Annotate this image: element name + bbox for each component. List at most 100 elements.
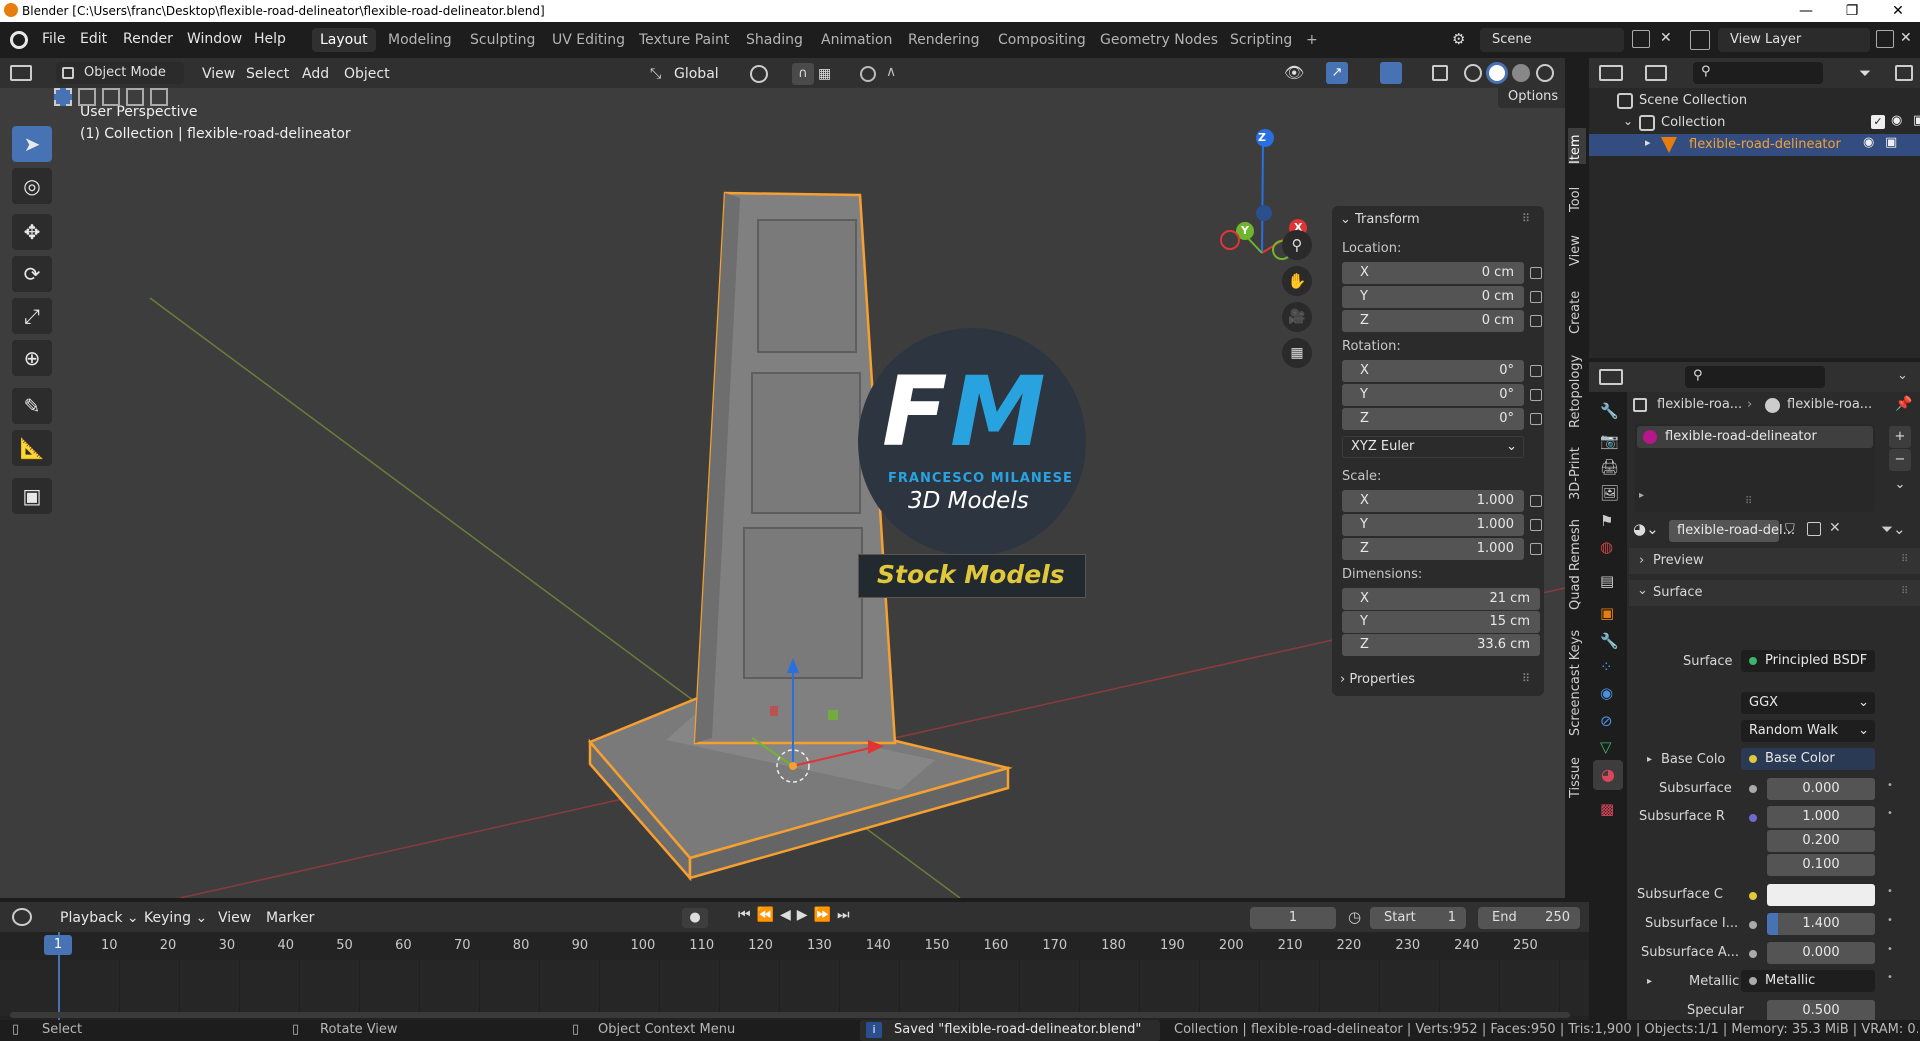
perspective-toggle-icon[interactable]: ▦ — [1282, 338, 1312, 368]
falloff-icon[interactable]: ∧ — [886, 64, 896, 80]
start-frame-field[interactable]: Start 1 — [1370, 907, 1466, 929]
playback-controls[interactable]: ⏮⏪◀▶⏩⏭ — [738, 907, 856, 923]
base-color-field[interactable]: Base Color — [1741, 748, 1875, 770]
keyframe-dot-icon[interactable]: • — [1887, 944, 1893, 955]
tab-item[interactable]: Item — [1568, 128, 1586, 164]
minimize-button[interactable]: — — [1784, 0, 1828, 22]
browse-material-icon[interactable]: ◕⌄ — [1633, 520, 1659, 542]
tab-scripting[interactable]: Scripting — [1222, 28, 1300, 52]
rendered-shading-icon[interactable] — [1536, 64, 1554, 82]
drag-handle-icon[interactable]: ⠿ — [1522, 212, 1530, 225]
filter-icon[interactable]: ⏷ — [1859, 64, 1871, 82]
world-tab-icon[interactable]: ◍ — [1600, 538, 1613, 556]
particles-tab-icon[interactable]: ⁘ — [1600, 658, 1613, 676]
timeline-menu-playback[interactable]: Playback ⌄ — [54, 907, 145, 929]
drag-handle-icon[interactable]: ⠿ — [1522, 672, 1530, 685]
select-invert-icon[interactable] — [126, 88, 144, 106]
proportional-edit-icon[interactable] — [860, 66, 876, 82]
tab-tissue[interactable]: Tissue — [1568, 750, 1586, 798]
tab-compositing[interactable]: Compositing — [990, 28, 1094, 52]
timeline[interactable]: 10 20 30 40 50 60 70 80 90 100 110 120 130 140 150 160 1… — [0, 932, 1589, 1022]
keyframe-dot-icon[interactable]: • — [1887, 886, 1893, 897]
tab-retopology[interactable]: Retopology — [1568, 348, 1586, 428]
checkbox-icon[interactable]: ✓ — [1871, 115, 1885, 129]
constraints-tab-icon[interactable]: ⊘ — [1600, 712, 1613, 730]
tab-sculpting[interactable]: Sculpting — [462, 28, 543, 52]
output-tab-icon[interactable]: 🖨 — [1600, 458, 1619, 476]
options-dropdown[interactable]: Options — [1498, 88, 1565, 108]
rotation-x-field[interactable]: X 0° — [1342, 360, 1524, 382]
texture-tab-icon[interactable]: ▩ — [1600, 800, 1614, 818]
view-layer-selector[interactable]: View Layer — [1718, 28, 1870, 52]
pin-icon[interactable]: 📌 — [1895, 396, 1912, 412]
rotate-tool[interactable]: ⟳ — [12, 256, 52, 292]
tab-texture-paint[interactable]: Texture Paint — [631, 28, 737, 52]
subsurface-radius-x-field[interactable]: 1.000 — [1767, 806, 1875, 828]
select-intersect-icon[interactable] — [150, 88, 168, 106]
material-shading-icon[interactable] — [1512, 64, 1530, 82]
camera-icon[interactable]: ▣ — [1885, 135, 1897, 150]
subsurface-color-swatch[interactable] — [1767, 884, 1875, 906]
lock-icon[interactable] — [1530, 543, 1542, 555]
tab-animation[interactable]: Animation — [813, 28, 900, 52]
timeline-scrollbar[interactable] — [10, 1012, 1570, 1018]
rotation-z-field[interactable]: Z 0° — [1342, 408, 1524, 430]
subsurface-radius-y-field[interactable]: 0.200 — [1767, 830, 1875, 852]
surface-shader-field[interactable]: Principled BSDF — [1741, 650, 1875, 672]
tab-quad-remesh[interactable]: Quad Remesh — [1568, 514, 1586, 610]
scale-y-field[interactable]: Y 1.000 — [1342, 514, 1524, 536]
tab-create[interactable]: Create — [1568, 282, 1586, 334]
subsurface-field[interactable]: 0.000 — [1767, 778, 1875, 800]
end-frame-field[interactable]: End 250 — [1478, 907, 1580, 929]
lock-icon[interactable] — [1530, 495, 1542, 507]
lock-icon[interactable] — [1530, 519, 1542, 531]
collection-tab-icon[interactable]: ▤ — [1600, 572, 1614, 590]
playhead-frame-badge[interactable]: 1 — [44, 935, 72, 955]
expand-arrow-icon[interactable]: ▸ — [1639, 490, 1644, 501]
timeline-menu-view[interactable]: View — [212, 907, 257, 929]
add-cube-tool[interactable]: ▣ — [12, 478, 52, 514]
outliner-row-scene-collection[interactable]: Scene Collection — [1617, 90, 1917, 112]
object-tab-icon[interactable]: ▣ — [1600, 604, 1614, 622]
viewport-menu-view[interactable]: View — [196, 63, 241, 85]
pivot-point-icon[interactable] — [750, 65, 768, 83]
properties-search-input[interactable]: ⚲ — [1685, 366, 1825, 388]
rotation-y-field[interactable]: Y 0° — [1342, 384, 1524, 406]
outliner-row-collection[interactable]: ⌄ Collection ✓ ◉ ▣ — [1617, 112, 1920, 134]
resize-handle-icon[interactable]: ⠿ — [1745, 496, 1752, 507]
lock-icon[interactable] — [1530, 413, 1542, 425]
modifier-tab-icon[interactable]: 🔧 — [1600, 632, 1619, 650]
tool-tab-icon[interactable]: 🔧 — [1600, 402, 1619, 420]
delete-view-layer-icon[interactable]: ✕ — [1900, 30, 1916, 48]
new-scene-icon[interactable] — [1632, 30, 1650, 48]
wireframe-shading-icon[interactable] — [1464, 64, 1482, 82]
add-workspace-button[interactable]: + — [1298, 28, 1326, 52]
tab-layout[interactable]: Layout — [312, 28, 376, 52]
annotate-tool[interactable]: ✎ — [12, 388, 52, 424]
remove-material-slot-button[interactable]: − — [1889, 449, 1911, 471]
keyframe-dot-icon[interactable]: • — [1887, 972, 1893, 983]
record-icon[interactable]: ● — [682, 908, 708, 928]
lock-icon[interactable] — [1530, 389, 1542, 401]
menu-file[interactable]: File — [42, 31, 65, 47]
timeline-menu-keying[interactable]: Keying ⌄ — [138, 907, 213, 929]
subsurface-radius-z-field[interactable]: 0.100 — [1767, 854, 1875, 876]
eye-icon[interactable]: ◉ — [1891, 113, 1902, 128]
select-box-tool[interactable]: ➤ — [12, 126, 52, 162]
maximize-button[interactable]: ❐ — [1830, 0, 1874, 22]
material-name-field[interactable]: flexible-road-del... — [1669, 520, 1795, 542]
zoom-icon[interactable]: ⚲ — [1282, 230, 1312, 260]
add-material-slot-button[interactable]: + — [1889, 426, 1911, 448]
fake-user-shield-icon[interactable]: ⛉ — [1785, 522, 1795, 537]
clock-icon[interactable]: ◷ — [1348, 908, 1361, 926]
blender-menu-icon[interactable] — [10, 31, 28, 49]
rotation-mode-dropdown[interactable]: XYZ Euler ⌄ — [1342, 436, 1524, 458]
drag-handle-icon[interactable]: ⠿ — [1901, 586, 1908, 597]
tab-shading[interactable]: Shading — [738, 28, 811, 52]
render-tab-icon[interactable]: 📷 — [1600, 432, 1619, 450]
transform-panel-header[interactable]: ⌄ Transform — [1340, 212, 1420, 227]
measure-tool[interactable]: 📐 — [12, 430, 52, 466]
lock-icon[interactable] — [1530, 315, 1542, 327]
scale-tool[interactable]: ⤢ — [12, 298, 52, 334]
lock-icon[interactable] — [1530, 365, 1542, 377]
